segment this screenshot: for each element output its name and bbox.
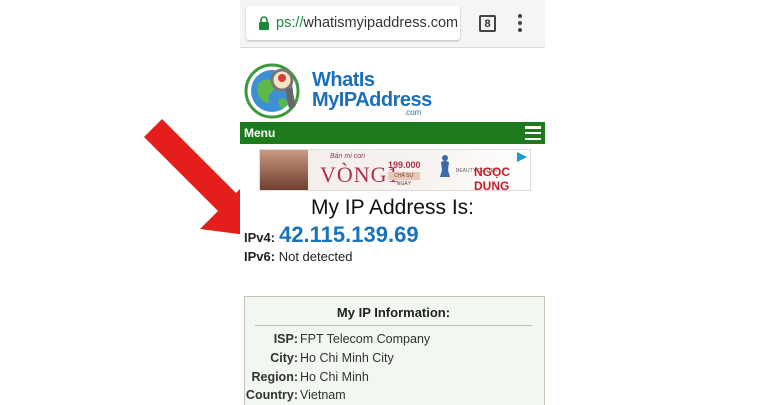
ipv4-label: IPv4: <box>244 230 276 245</box>
ip-info-box: My IP Information: ISP: FPT Telecom Comp… <box>244 296 545 405</box>
info-key: City: <box>270 351 298 365</box>
site-logo[interactable]: WhatIs MyIPAddress .com <box>244 62 432 120</box>
info-row-region: Region: Ho Chi Minh <box>245 370 542 384</box>
info-key: ISP: <box>273 332 298 346</box>
browser-toolbar: ps://whatismyipaddress.com 8 <box>240 0 545 48</box>
ad-model-image <box>260 150 308 190</box>
info-value: Vietnam <box>300 388 346 402</box>
url-host: whatismyipaddress.com <box>303 15 459 31</box>
info-row-city: City: Ho Chi Minh City <box>245 351 542 365</box>
ipv4-value[interactable]: 42.115.139.69 <box>279 222 418 248</box>
info-value: Ho Chi Minh <box>300 370 369 384</box>
info-key: Country: <box>245 388 298 402</box>
globe-magnifier-icon <box>244 63 300 119</box>
info-key: Region: <box>251 370 298 384</box>
page-title: My IP Address Is: <box>310 196 474 219</box>
info-row-isp: ISP: FPT Telecom Company <box>245 332 542 346</box>
ad-price: 199.000 <box>388 160 421 170</box>
logo-line-2: MyIPAddress <box>312 89 432 111</box>
ad-figure-icon <box>440 155 450 177</box>
menu-label[interactable]: Menu <box>244 126 275 140</box>
ipv4-row: IPv4: 42.115.139.69 <box>244 222 419 248</box>
more-options-icon[interactable] <box>512 12 528 34</box>
ad-small-text: Bán mi con <box>330 153 366 160</box>
ad-badge: CHẤ SỰ NGÀY <box>388 172 420 187</box>
adchoices-icon[interactable] <box>516 151 528 163</box>
ipv6-label: IPv6: <box>244 249 276 264</box>
ipv6-row: IPv6: Not detected <box>244 249 352 264</box>
ipv6-value: Not detected <box>278 249 353 264</box>
divider <box>255 325 532 326</box>
ad-brand: NGỌC DUNG <box>474 165 510 191</box>
url-scheme: ps:// <box>276 15 304 31</box>
hamburger-menu-icon[interactable] <box>525 126 541 140</box>
info-row-country: Country: Vietnam <box>245 388 542 402</box>
ad-banner[interactable]: Bán mi con VÒNG1 199.000 CHẤ SỰ NGÀY BEA… <box>259 149 531 191</box>
ip-info-title: My IP Information: <box>336 305 451 320</box>
tab-switcher-button[interactable]: 8 <box>479 15 496 32</box>
lock-icon <box>259 16 269 30</box>
phone-screen: ps://whatismyipaddress.com 8 WhatIs MyIP… <box>240 0 545 405</box>
address-bar[interactable]: ps://whatismyipaddress.com <box>246 6 460 40</box>
info-value: FPT Telecom Company <box>300 332 431 346</box>
info-value: Ho Chi Minh City <box>300 351 394 365</box>
logo-line-1: WhatIs <box>312 69 375 91</box>
logo-suffix: .com <box>404 108 422 117</box>
logo-text: WhatIs MyIPAddress <box>312 70 432 110</box>
menu-bar[interactable]: Menu <box>240 122 545 144</box>
